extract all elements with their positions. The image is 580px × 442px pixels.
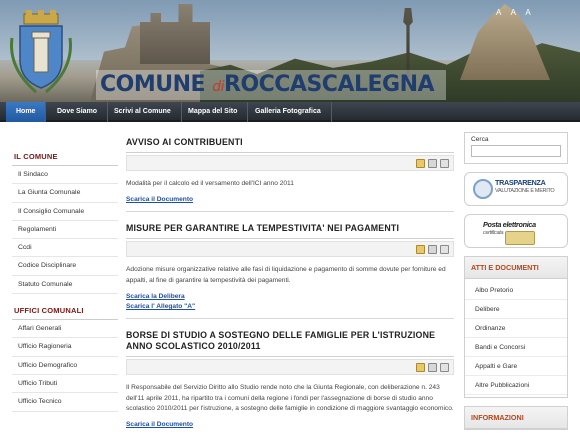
banner-title: Posta elettronica: [483, 220, 536, 229]
main-nav: Home Dove Siamo Scrivi al Comune Mappa d…: [0, 102, 580, 122]
article-link[interactable]: Scarica il Documento: [126, 195, 454, 205]
print-icon[interactable]: [428, 245, 437, 255]
font-size-tools[interactable]: A A A: [496, 8, 535, 17]
news-article: AVVISO AI CONTRIBUENTI Modalità per il c…: [126, 132, 454, 213]
menu-item[interactable]: Ccdi: [12, 239, 118, 258]
left-sidebar: IL COMUNE Il Sindaco La Giunta Comunale …: [12, 148, 118, 412]
article-title[interactable]: AVVISO AI CONTRIBUENTI: [126, 132, 454, 153]
search-box: Cerca: [464, 132, 568, 164]
article-tools: [126, 359, 454, 376]
nav-galleria-fotografica[interactable]: Galleria Fotografica: [245, 102, 332, 122]
trasparenza-banner[interactable]: TRASPARENZA VALUTAZIONE E MERITO: [464, 172, 568, 206]
email-icon[interactable]: [440, 363, 449, 373]
il-comune-menu: Il Sindaco La Giunta Comunale Il Consigl…: [12, 166, 118, 295]
informazioni-box: INFORMAZIONI: [464, 406, 568, 430]
article-title[interactable]: BORSE DI STUDIO A SOSTEGNO DELLE FAMIGLI…: [126, 325, 454, 358]
banner-title: TRASPARENZA: [495, 178, 546, 187]
box-title: INFORMAZIONI: [465, 407, 567, 429]
envelope-icon: [505, 231, 535, 245]
news-article: MISURE PER GARANTIRE LA TEMPESTIVITA' NE…: [126, 218, 454, 320]
article-body: Modalità per il calcolo ed il versamento…: [126, 180, 294, 187]
menu-item[interactable]: Delibere: [465, 300, 567, 319]
menu-item[interactable]: Il Consiglio Comunale: [12, 203, 118, 221]
menu-item[interactable]: Bandi e Concorsi: [465, 338, 567, 357]
site-title[interactable]: COMUNE diROCCASCALEGNA: [100, 72, 435, 97]
article-link[interactable]: Scarica la Delibera: [126, 292, 454, 302]
edit-icon[interactable]: [416, 159, 425, 168]
menu-item[interactable]: Altre Pubblicazioni: [465, 376, 567, 395]
article-link[interactable]: Scarica l' Allegato "A": [126, 302, 454, 312]
menu-item[interactable]: Appalti e Gare: [465, 357, 567, 376]
menu-item[interactable]: Ufficio Tecnico: [12, 393, 118, 412]
right-sidebar: Cerca TRASPARENZA VALUTAZIONE E MERITO P…: [464, 132, 568, 430]
article-tools: [126, 155, 454, 171]
banner-text: TRASPARENZA VALUTAZIONE E MERITO: [495, 178, 555, 195]
article-body: Adozione misure organizzative relative a…: [126, 266, 446, 284]
menu-item[interactable]: Ordinanze: [465, 319, 567, 338]
menu-item[interactable]: Il Sindaco: [12, 166, 118, 185]
menu-item[interactable]: Albo Pretorio: [465, 281, 567, 300]
nav-scrivi-al-comune[interactable]: Scrivi al Comune: [104, 102, 182, 122]
atti-documenti-box: ATTI E DOCUMENTI Albo Pretorio Delibere …: [464, 256, 568, 398]
title-main: COMUNE: [100, 72, 206, 97]
menu-item[interactable]: Affari Generali: [12, 320, 118, 339]
article-tools: [126, 241, 454, 258]
title-di: di: [212, 79, 224, 95]
menu-item[interactable]: Statuto Comunale: [12, 276, 118, 295]
uffici-menu: Affari Generali Ufficio Ragioneria Uffic…: [12, 320, 118, 412]
menu-item[interactable]: Ufficio Ragioneria: [12, 338, 118, 357]
pec-banner[interactable]: Posta elettronica certificata: [464, 214, 568, 248]
nav-mappa-del-sito[interactable]: Mappa del Sito: [178, 102, 249, 122]
section-title-uffici-comunali: UFFICI COMUNALI: [12, 302, 118, 321]
site-header: COMUNE diROCCASCALEGNA A A A: [0, 0, 580, 102]
menu-item[interactable]: Ufficio Demografico: [12, 357, 118, 375]
search-input[interactable]: [471, 145, 561, 157]
search-label: Cerca: [471, 136, 489, 143]
edit-icon[interactable]: [416, 363, 425, 373]
print-icon[interactable]: [428, 159, 437, 168]
article-link[interactable]: Scarica il Documento: [126, 420, 454, 430]
stopwatch-icon: [473, 179, 493, 199]
banner-subtitle: VALUTAZIONE E MERITO: [495, 188, 555, 194]
title-city: ROCCASCALEGNA: [224, 72, 435, 97]
email-icon[interactable]: [440, 159, 449, 168]
article-title[interactable]: MISURE PER GARANTIRE LA TEMPESTIVITA' NE…: [126, 218, 454, 240]
main-content: AVVISO AI CONTRIBUENTI Modalità per il c…: [126, 132, 454, 442]
coat-of-arms-icon: [10, 10, 72, 94]
edit-icon[interactable]: [416, 245, 425, 255]
menu-item[interactable]: Codice Disciplinare: [12, 257, 118, 276]
nav-dove-siamo[interactable]: Dove Siamo: [47, 102, 109, 122]
menu-item[interactable]: La Giunta Comunale: [12, 184, 118, 203]
atti-menu: Albo Pretorio Delibere Ordinanze Bandi e…: [465, 279, 567, 397]
print-icon[interactable]: [428, 363, 437, 373]
nav-home[interactable]: Home: [6, 102, 47, 122]
box-title: ATTI E DOCUMENTI: [465, 257, 567, 279]
news-article: BORSE DI STUDIO A SOSTEGNO DELLE FAMIGLI…: [126, 325, 454, 436]
email-icon[interactable]: [440, 245, 449, 255]
section-title-il-comune: IL COMUNE: [12, 148, 118, 166]
menu-item[interactable]: Regolamenti: [12, 221, 118, 240]
article-body: Il Responsabile del Servizio Diritto all…: [126, 384, 454, 413]
menu-item[interactable]: Ufficio Tributi: [12, 375, 118, 394]
